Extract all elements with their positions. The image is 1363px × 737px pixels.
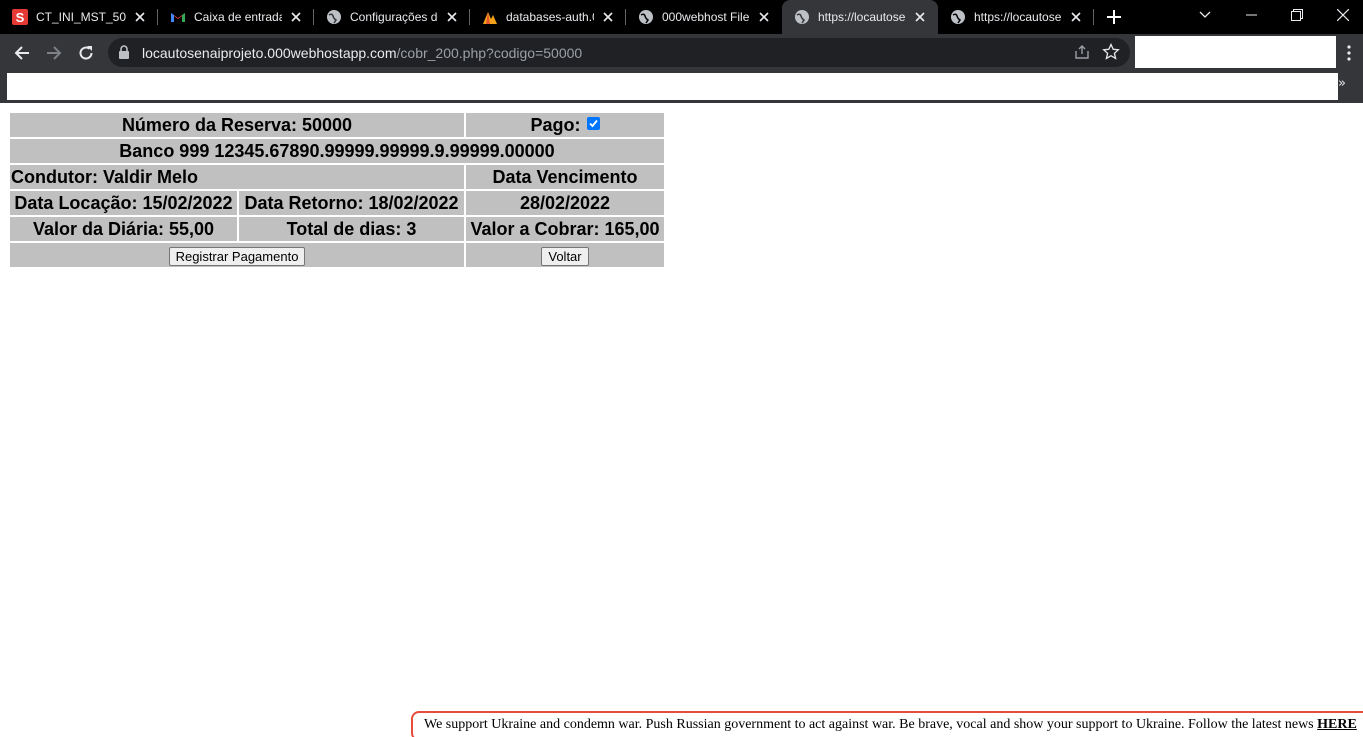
paid-label: Pago: [530,114,581,135]
tab-3[interactable]: databases-auth.0 [470,0,626,34]
table-row: Data Locação: 15/02/2022 Data Retorno: 1… [10,191,664,215]
tab-title: 000webhost File [662,10,750,24]
url-text[interactable]: locautosenaiprojeto.000webhostapp.com/co… [142,45,582,61]
s-app-icon: S [12,9,28,25]
tab-strip: S CT_INI_MST_503: Caixa de entrada Confi… [0,0,1363,34]
restore-button[interactable] [1274,0,1320,30]
close-icon[interactable] [912,9,928,25]
register-payment-button[interactable]: Registrar Pagamento [168,246,306,266]
due-date-label: Data Vencimento [466,165,664,189]
tab-search-button[interactable] [1182,0,1228,30]
table-row: Condutor: Valdir Melo Data Vencimento [10,165,664,189]
bookmark-star-icon[interactable] [1102,42,1120,66]
paid-checkbox[interactable] [586,117,600,131]
lock-icon[interactable] [118,45,130,64]
reservation-number: Número da Reserva: 50000 [10,113,464,137]
close-window-button[interactable] [1320,0,1363,30]
tab-0[interactable]: S CT_INI_MST_503: [0,0,158,34]
table-row: Valor da Diária: 55,00 Total de dias: 3 … [10,217,664,241]
svg-text:S: S [16,10,25,25]
bookmarks-area [7,73,1338,100]
tab-6[interactable]: https://locautose [938,0,1094,34]
tab-title: databases-auth.0 [506,10,594,24]
close-icon[interactable] [756,9,772,25]
back-cell: Voltar [466,243,664,267]
tab-title: https://locautose [818,10,906,24]
tab-4[interactable]: 000webhost File [626,0,782,34]
paid-cell: Pago: [466,113,664,137]
chevron-down-icon [1199,11,1211,18]
daily-rate: Valor da Diária: 55,00 [10,217,237,241]
arrow-left-icon [14,46,29,60]
banner-link[interactable]: HERE [1317,717,1357,732]
register-cell: Registrar Pagamento [10,243,464,267]
table-row: Banco 999 12345.67890.99999.99999.9.9999… [10,139,664,163]
close-icon[interactable] [444,9,460,25]
browser-menu-button[interactable] [1338,39,1360,67]
forward-button[interactable] [40,39,68,67]
tab-2[interactable]: Configurações de [314,0,470,34]
restore-icon [1291,9,1303,21]
table-row: Registrar Pagamento Voltar [10,243,664,267]
gmail-icon [170,9,186,25]
browser-toolbar: locautosenaiprojeto.000webhostapp.com/co… [0,34,1363,72]
url-path: /cobr_200.php?codigo=50000 [396,45,583,61]
globe-icon [950,9,966,25]
total-days: Total de dias: 3 [239,217,464,241]
tab-1[interactable]: Caixa de entrada [158,0,314,34]
share-icon[interactable] [1074,44,1090,65]
table-row: Número da Reserva: 50000 Pago: [10,113,664,137]
url-host: locautosenaiprojeto.000webhostapp.com [142,45,397,61]
close-icon[interactable] [1068,9,1084,25]
000webhost-icon [482,9,498,25]
kebab-menu-icon [1347,45,1351,61]
minimize-button[interactable] [1228,0,1274,30]
bank-line: Banco 999 12345.67890.99999.99999.9.9999… [10,139,664,163]
reload-icon [79,46,93,60]
tab-title: https://locautose [974,10,1062,24]
close-icon[interactable] [600,9,616,25]
rental-date: Data Locação: 15/02/2022 [10,191,237,215]
close-icon[interactable] [288,9,304,25]
tab-title: CT_INI_MST_503: [36,10,126,24]
ukraine-banner: We support Ukraine and condemn war. Push… [411,711,1363,737]
banner-text: We support Ukraine and condemn war. Push… [424,717,1318,732]
bookmarks-bar: » [0,72,1363,103]
close-icon [1337,9,1349,21]
check-icon [588,120,598,128]
amount-due: Valor a Cobrar: 165,00 [466,217,664,241]
close-icon[interactable] [132,9,148,25]
globe-icon [326,9,342,25]
globe-icon [638,9,654,25]
back-button[interactable] [8,39,36,67]
arrow-right-icon [47,46,62,60]
due-date: 28/02/2022 [466,191,664,215]
return-date: Data Retorno: 18/02/2022 [239,191,464,215]
bookmarks-overflow-button[interactable]: » [1338,76,1346,91]
driver-name: Condutor: Valdir Melo [10,165,464,189]
tab-title: Configurações de [350,10,438,24]
tab-title: Caixa de entrada [194,10,282,24]
globe-icon [794,9,810,25]
reservation-table: Número da Reserva: 50000 Pago: Banco 999… [8,111,666,269]
tab-5-active[interactable]: https://locautose [782,0,938,34]
extension-area [1135,36,1336,68]
back-page-button[interactable]: Voltar [541,246,589,266]
plus-icon [1107,10,1121,24]
reload-button[interactable] [72,39,100,67]
address-bar[interactable]: locautosenaiprojeto.000webhostapp.com/co… [108,38,1130,67]
minimize-icon [1245,14,1257,16]
new-tab-button[interactable] [1094,0,1134,34]
